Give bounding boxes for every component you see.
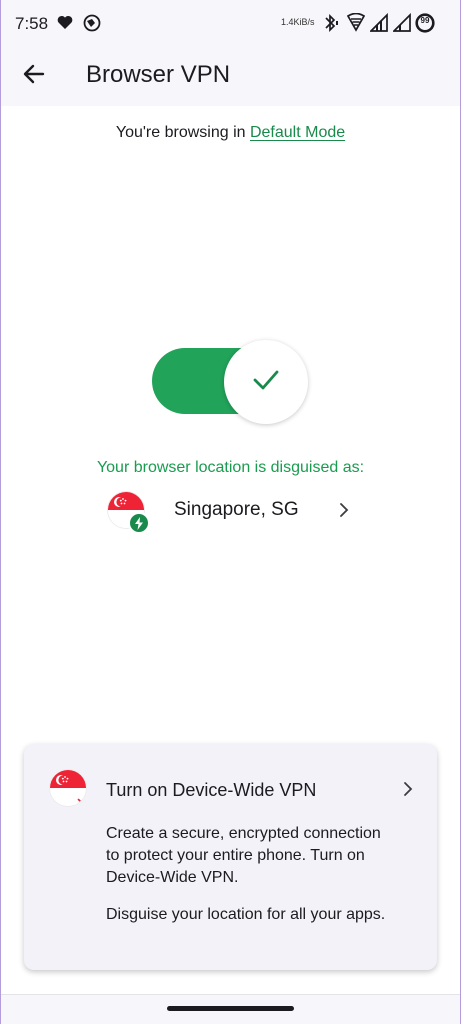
device-vpn-title: Turn on Device-Wide VPN — [106, 780, 317, 800]
location-caption: Your browser location is disguised as: — [96, 459, 365, 476]
vpn-toggle[interactable] — [152, 340, 308, 424]
device-vpn-card: Turn on Device-Wide VPN Create a secure,… — [24, 744, 437, 970]
battery-level: 99 — [420, 16, 430, 25]
vpn-globe-icon — [83, 14, 101, 37]
device-vpn-note: Disguise your location for all your apps… — [106, 906, 386, 923]
signal-icon — [391, 12, 412, 37]
signal-icon — [368, 12, 389, 37]
vpn-toggle-knob — [224, 340, 308, 424]
arrow-left-icon — [23, 64, 45, 89]
status-time: 7:58 — [15, 14, 49, 33]
mode-prefix: You're browsing in — [115, 124, 250, 141]
gesture-handle[interactable] — [167, 1006, 294, 1011]
navigation-bar — [0, 994, 461, 1024]
heart-icon — [57, 15, 73, 35]
location-name: Singapore, SG — [174, 499, 299, 520]
default-mode-link[interactable]: Default Mode — [250, 124, 345, 141]
chevron-right-icon — [338, 501, 350, 524]
wifi-icon — [346, 12, 366, 37]
net-speed: 1.4KiB/s — [281, 17, 315, 27]
app-bar: Browser VPN — [0, 48, 461, 106]
bolt-icon — [128, 512, 150, 534]
back-button[interactable] — [16, 58, 52, 94]
close-icon — [74, 795, 86, 806]
browsing-mode-text: You're browsing in Default Mode — [0, 124, 461, 142]
check-icon — [252, 369, 280, 396]
location-selector[interactable]: Singapore, SG — [106, 490, 360, 534]
status-bar: 7:58 1.4KiB/s 99 — [0, 0, 461, 48]
bluetooth-icon — [323, 13, 339, 38]
chevron-right-icon — [402, 780, 414, 803]
device-vpn-description: Create a secure, encrypted connection to… — [106, 825, 381, 886]
singapore-flag-icon — [50, 770, 86, 806]
page-title: Browser VPN — [86, 61, 231, 88]
